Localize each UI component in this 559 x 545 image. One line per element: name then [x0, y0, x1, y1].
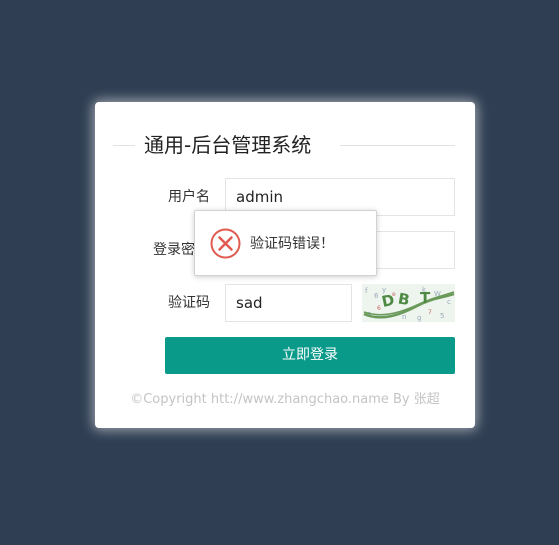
title-divider-left — [113, 145, 135, 146]
captcha-input[interactable]: sad — [225, 284, 352, 322]
title-row: 通用-后台管理系统 — [113, 133, 455, 157]
svg-text:5: 5 — [440, 312, 444, 320]
captcha-label: 验证码 — [168, 295, 210, 311]
toast-message: 验证码错误！ — [250, 236, 334, 252]
page-title: 通用-后台管理系统 — [144, 133, 312, 157]
svg-text:c: c — [447, 298, 451, 306]
username-label: 用户名 — [168, 189, 210, 205]
title-divider-right — [340, 145, 455, 146]
svg-text:6: 6 — [374, 292, 379, 300]
svg-text:T: T — [420, 289, 431, 307]
svg-text:7: 7 — [428, 309, 432, 316]
error-toast: 验证码错误！ — [194, 210, 377, 276]
svg-text:6: 6 — [377, 305, 381, 312]
error-circle-icon — [210, 228, 241, 259]
copyright-text: ©Copyright htt://www.zhangchao.name By 张… — [130, 392, 440, 407]
svg-text:g: g — [417, 314, 421, 322]
svg-text:n: n — [402, 313, 406, 321]
login-button[interactable]: 立即登录 — [165, 337, 455, 374]
captcha-image[interactable]: f6k W3 n g 5y c e76 D B T — [362, 284, 455, 322]
